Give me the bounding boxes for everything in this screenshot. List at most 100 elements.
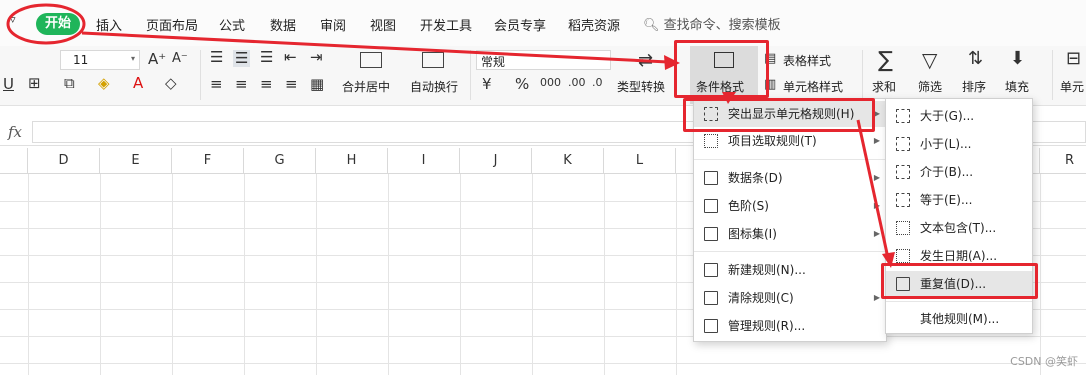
align-right-icon[interactable]: ≡ — [260, 77, 273, 92]
currency-icon[interactable]: ¥ — [482, 77, 492, 92]
sort-icon: ⇅ — [968, 48, 984, 69]
menu-item-label: 文本包含(T)... — [920, 221, 997, 235]
chevron-down-icon: ▾ — [130, 54, 135, 63]
menu-item-manage-rules[interactable]: 管理规则(R)... — [694, 313, 886, 339]
shrink-font-icon[interactable]: A⁻ — [172, 52, 188, 65]
clear-format-icon[interactable]: ◇ — [165, 76, 177, 91]
tab-start[interactable]: 开始 — [36, 13, 80, 35]
wrap-text-button[interactable]: 自动换行 — [410, 78, 458, 95]
divider — [470, 50, 471, 100]
fill-down-icon: ⬇ — [1010, 48, 1026, 69]
sum-button[interactable]: 求和 — [872, 78, 896, 95]
menu-item-greater-than[interactable]: 大于(G)... — [886, 103, 1032, 129]
fill-button[interactable]: 填充 — [1005, 78, 1029, 95]
cell-button[interactable]: 单元 — [1060, 78, 1084, 95]
indent-increase-icon[interactable]: ⇥ — [310, 50, 323, 65]
align-middle-icon[interactable]: ☰ — [233, 50, 251, 67]
border-icon[interactable]: ⊞ — [28, 76, 41, 91]
indent-decrease-icon[interactable]: ⇤ — [284, 50, 297, 65]
menu-item-new-rule[interactable]: 新建规则(N)... — [694, 257, 886, 283]
data-bars-icon — [704, 171, 718, 185]
menu-item-icon-sets[interactable]: 图标集(I) ▶ — [694, 221, 886, 247]
cell-icon: ⊟ — [1066, 48, 1082, 69]
menu-item-less-than[interactable]: 小于(L)... — [886, 131, 1032, 157]
column-header[interactable]: G — [244, 148, 316, 174]
number-format-select[interactable]: 常规 — [476, 50, 611, 70]
col-line — [1040, 174, 1041, 375]
divider — [1052, 50, 1053, 100]
submenu-arrow-icon: ▶ — [873, 136, 880, 145]
column-header[interactable]: H — [316, 148, 388, 174]
type-convert-icon: ⇄ — [638, 50, 654, 71]
tab-data[interactable]: 数据 — [270, 15, 296, 34]
menu-item-label: 其他规则(M)... — [920, 312, 1000, 326]
decimal-decrease-icon[interactable]: .0 — [592, 77, 603, 88]
tab-formula[interactable]: 公式 — [219, 15, 245, 34]
align-center-icon[interactable]: ≡ — [235, 77, 248, 92]
menu-item-more-rules[interactable]: 其他规则(M)... — [886, 306, 1032, 332]
tab-docer[interactable]: 稻壳资源 — [568, 15, 620, 34]
align-bottom-icon[interactable]: ☰ — [260, 50, 273, 65]
corner-header[interactable] — [0, 148, 28, 174]
quick-menu-chevron-icon[interactable]: ▿ — [10, 13, 16, 26]
fill-pattern-icon[interactable]: ⧉ — [64, 76, 75, 91]
column-header[interactable]: R — [1040, 148, 1086, 174]
menu-divider — [694, 159, 886, 160]
merge-center-button[interactable]: 合并居中 — [342, 78, 390, 95]
underline-icon[interactable]: U — [3, 77, 14, 92]
menu-item-clear-rules[interactable]: 清除规则(C) ▶ — [694, 285, 886, 311]
submenu-arrow-icon: ▶ — [873, 229, 880, 238]
type-convert-button[interactable]: 类型转换 — [617, 78, 665, 95]
menu-item-color-scales[interactable]: 色阶(S) ▶ — [694, 193, 886, 219]
annotation-box-conditional-format — [674, 40, 769, 98]
text-contains-icon — [896, 221, 910, 235]
tab-member[interactable]: 会员专享 — [494, 15, 546, 34]
table-style-button[interactable]: 表格样式 — [783, 52, 831, 69]
grow-font-icon[interactable]: A⁺ — [148, 52, 166, 67]
justify-icon[interactable]: ≡ — [285, 77, 298, 92]
command-search[interactable]: 🔍︎ 查找命令、搜索模板 — [643, 14, 781, 33]
align-top-icon[interactable]: ☰ — [210, 50, 223, 65]
cell-style-button[interactable]: 单元格样式 — [783, 78, 843, 95]
tab-insert[interactable]: 插入 — [96, 15, 122, 34]
decimal-increase-icon[interactable]: .00 — [568, 77, 586, 88]
font-size-field[interactable]: 11 ▾ — [60, 50, 140, 70]
column-header[interactable]: L — [604, 148, 676, 174]
col-line — [388, 174, 389, 375]
sort-button[interactable]: 排序 — [962, 78, 986, 95]
fx-icon[interactable]: fx — [8, 123, 22, 141]
font-color-icon[interactable]: A — [133, 76, 143, 91]
tab-dev-tools[interactable]: 开发工具 — [420, 15, 472, 34]
distribute-icon[interactable]: ▦ — [310, 77, 324, 92]
menu-item-label: 清除规则(C) — [728, 291, 794, 305]
color-scale-icon — [704, 199, 718, 213]
column-header[interactable]: K — [532, 148, 604, 174]
annotation-box-highlight-rules — [683, 98, 875, 132]
column-header[interactable]: I — [388, 148, 460, 174]
col-line — [604, 174, 605, 375]
fill-color-icon[interactable]: ◈ — [98, 76, 110, 91]
menu-item-text-contains[interactable]: 文本包含(T)... — [886, 215, 1032, 241]
thousands-icon[interactable]: 000 — [540, 77, 561, 88]
annotation-box-duplicate-values — [881, 263, 1038, 299]
tab-page-layout[interactable]: 页面布局 — [146, 15, 198, 34]
col-line — [172, 174, 173, 375]
menu-item-label: 介于(B)... — [920, 165, 974, 179]
tab-review[interactable]: 审阅 — [320, 15, 346, 34]
top-10-icon — [704, 134, 718, 148]
menu-item-data-bars[interactable]: 数据条(D) ▶ — [694, 165, 886, 191]
filter-button[interactable]: 筛选 — [918, 78, 942, 95]
column-header[interactable]: D — [28, 148, 100, 174]
divider — [862, 50, 863, 100]
col-line — [100, 174, 101, 375]
column-header[interactable]: J — [460, 148, 532, 174]
tab-view[interactable]: 视图 — [370, 15, 396, 34]
align-left-icon[interactable]: ≡ — [210, 77, 223, 92]
menu-item-equal-to[interactable]: 等于(E)... — [886, 187, 1032, 213]
column-header[interactable]: F — [172, 148, 244, 174]
row-line — [0, 363, 1086, 364]
menu-item-between[interactable]: 介于(B)... — [886, 159, 1032, 185]
percent-icon[interactable]: % — [515, 77, 529, 92]
menu-item-label: 小于(L)... — [920, 137, 972, 151]
column-header[interactable]: E — [100, 148, 172, 174]
